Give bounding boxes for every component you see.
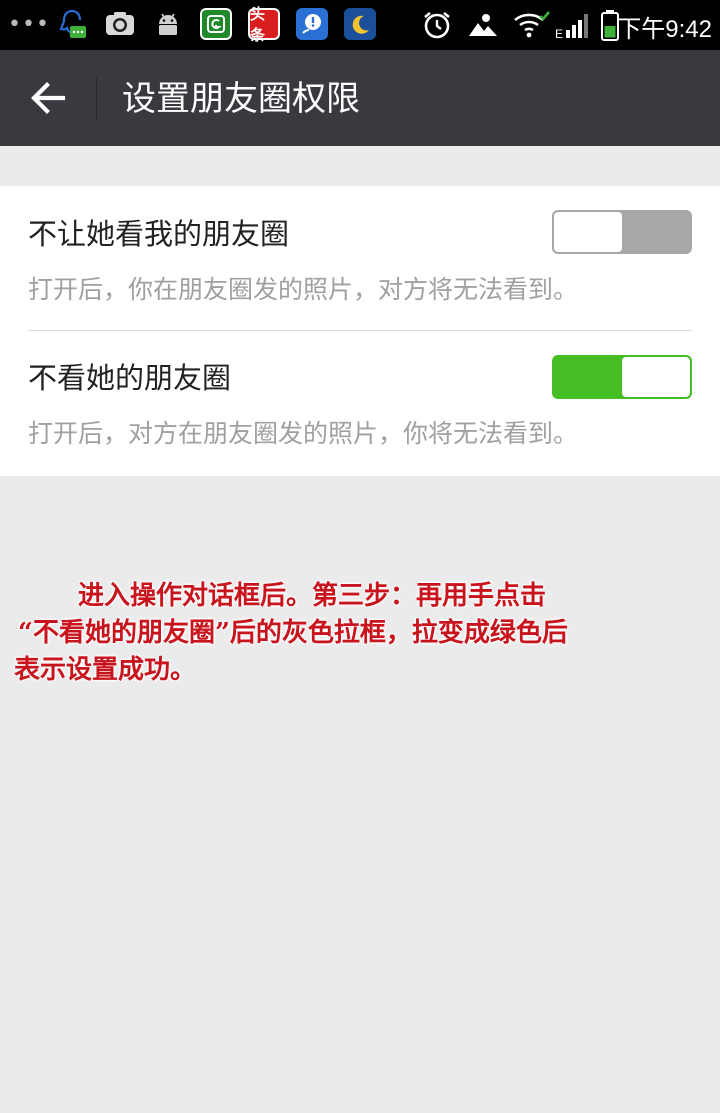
page-title: 设置朋友圈权限 bbox=[122, 79, 360, 119]
toutiao-label: 头条 bbox=[250, 5, 266, 44]
signal-icon: E bbox=[554, 8, 592, 42]
more-notifications-icon: ••• bbox=[8, 12, 50, 37]
row-divider bbox=[28, 330, 692, 331]
header-divider bbox=[96, 76, 97, 122]
screenshot-icon bbox=[104, 8, 136, 40]
setting-row-hide-her-moments: 不看她的朋友圈 打开后，对方在朋友圈发的照片，你将无法看到。 bbox=[28, 355, 692, 458]
back-button[interactable] bbox=[20, 70, 78, 126]
toggle-knob bbox=[622, 357, 690, 397]
alarm-icon bbox=[420, 8, 454, 42]
status-time: 下午9:42 bbox=[617, 16, 712, 43]
annotation-line-1: 进入操作对话框后。第三步：再用手点击 bbox=[78, 581, 547, 611]
settings-list: 不让她看我的朋友圈 打开后，你在朋友圈发的照片，对方将无法看到。 不看她的朋友圈… bbox=[0, 186, 720, 476]
toggle-knob bbox=[554, 212, 622, 252]
instruction-annotation: 进入操作对话框后。第三步：再用手点击 “不看她的朋友圈”后的灰色拉框，拉变成绿色… bbox=[14, 578, 674, 689]
android-icon bbox=[152, 8, 184, 40]
toutiao-icon: 头条 bbox=[248, 5, 280, 44]
setting-description: 打开后，对方在朋友圈发的照片，你将无法看到。 bbox=[28, 419, 579, 448]
chat-icon bbox=[296, 8, 328, 40]
svg-text:E: E bbox=[555, 27, 563, 40]
night-mode-icon bbox=[344, 8, 376, 40]
setting-title: 不让她看我的朋友圈 bbox=[28, 217, 290, 251]
security-icon bbox=[200, 8, 232, 40]
qq-icon bbox=[56, 8, 88, 40]
back-arrow-icon bbox=[31, 82, 66, 114]
sync-icon bbox=[466, 8, 500, 42]
annotation-line-2: “不看她的朋友圈”后的灰色拉框，拉变成绿色后 bbox=[18, 618, 568, 648]
hide-her-moments-toggle[interactable] bbox=[552, 355, 692, 399]
status-bar: ••• 头条 E 下午9:42 bbox=[0, 0, 720, 50]
setting-description: 打开后，你在朋友圈发的照片，对方将无法看到。 bbox=[28, 275, 579, 304]
setting-title: 不看她的朋友圈 bbox=[28, 361, 232, 395]
wifi-icon bbox=[510, 8, 552, 42]
annotation-line-3: 表示设置成功。 bbox=[14, 655, 197, 685]
app-header: 设置朋友圈权限 bbox=[0, 50, 720, 146]
setting-row-hide-my-moments: 不让她看我的朋友圈 打开后，你在朋友圈发的照片，对方将无法看到。 bbox=[28, 210, 692, 314]
hide-my-moments-toggle[interactable] bbox=[552, 210, 692, 254]
